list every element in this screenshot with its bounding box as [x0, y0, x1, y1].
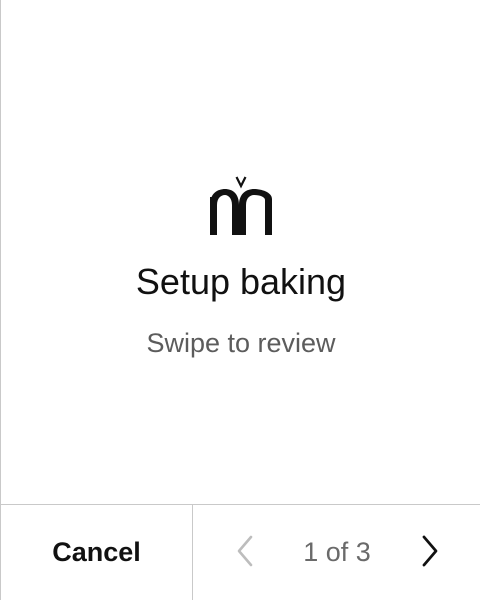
page-subtitle: Swipe to review [146, 328, 336, 358]
next-page-button[interactable] [408, 531, 452, 575]
page-indicator: 1 of 3 [303, 537, 371, 567]
content-area: Setup baking Swipe to review [1, 0, 480, 504]
prev-page-button[interactable] [223, 531, 267, 575]
cancel-button[interactable]: Cancel [1, 505, 193, 600]
brand-logo-icon [208, 175, 274, 237]
pager: 1 of 3 [193, 505, 480, 600]
page-title: Setup baking [135, 261, 347, 302]
chevron-left-icon [234, 534, 256, 573]
setup-screen: Setup baking Swipe to review Cancel 1 of… [0, 0, 480, 600]
footer-bar: Cancel 1 of 3 [1, 504, 480, 600]
chevron-right-icon [419, 534, 441, 573]
